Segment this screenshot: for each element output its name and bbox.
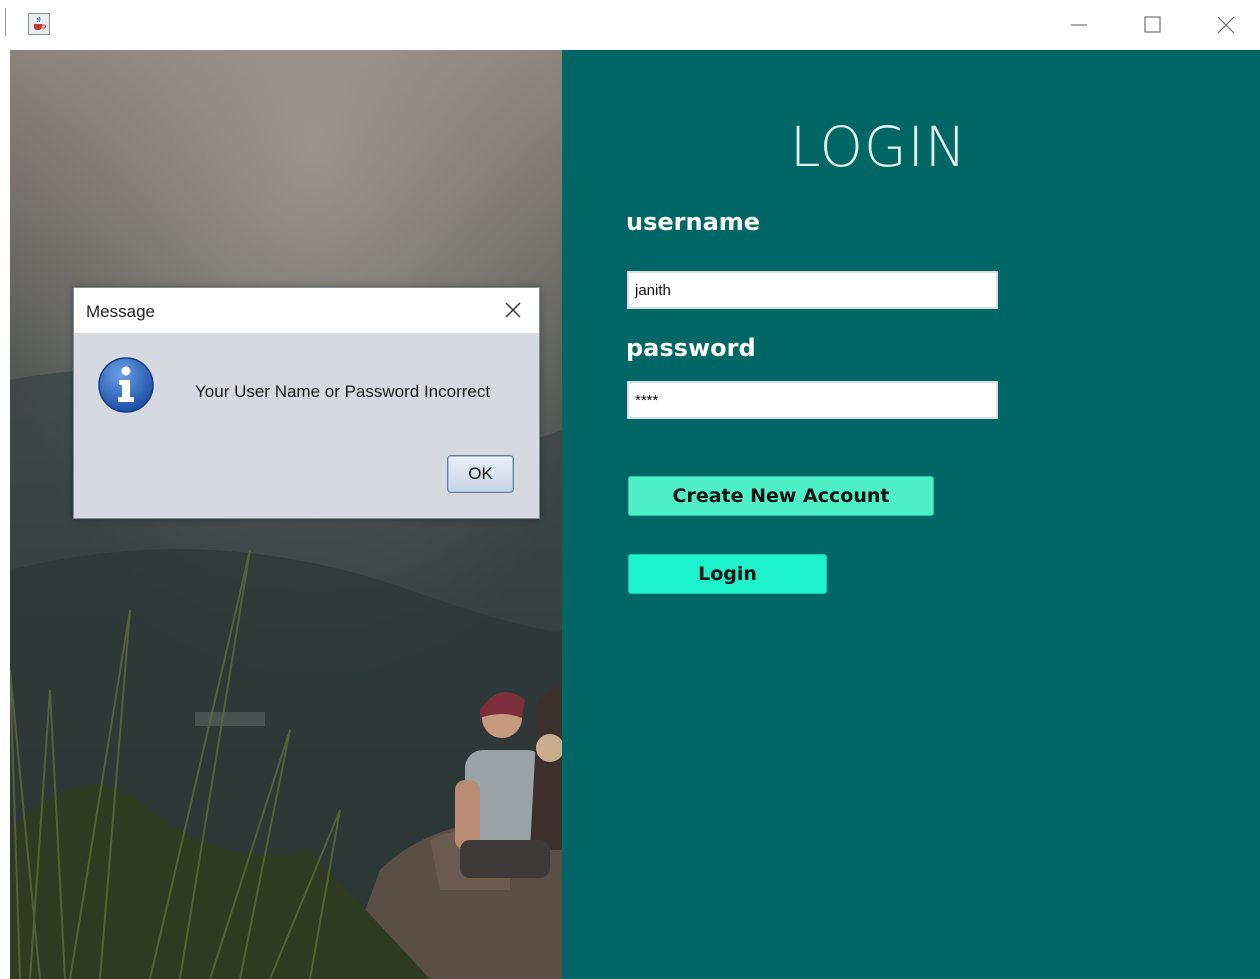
password-input[interactable]: **** (627, 381, 998, 419)
ok-button[interactable]: OK (447, 455, 514, 493)
login-button[interactable]: Login (628, 554, 827, 594)
window-titlebar (10, 0, 1260, 50)
minimize-icon[interactable] (1060, 10, 1100, 40)
username-label: username (626, 208, 761, 236)
dialog-title: Message (86, 302, 155, 321)
close-icon[interactable] (1206, 10, 1246, 40)
close-icon[interactable] (498, 296, 528, 324)
message-dialog: Message Your User Name or Password Incor… (73, 287, 540, 519)
password-label: password (626, 334, 756, 362)
dialog-titlebar: Message (74, 288, 539, 333)
java-cup-icon[interactable] (28, 13, 50, 35)
information-icon (97, 356, 155, 414)
left-window-edge (0, 0, 10, 979)
login-title: LOGIN (790, 115, 967, 179)
create-account-button[interactable]: Create New Account (628, 476, 934, 516)
dialog-message: Your User Name or Password Incorrect (195, 382, 491, 401)
username-input[interactable]: janith (627, 271, 998, 309)
maximize-icon[interactable] (1133, 10, 1173, 40)
